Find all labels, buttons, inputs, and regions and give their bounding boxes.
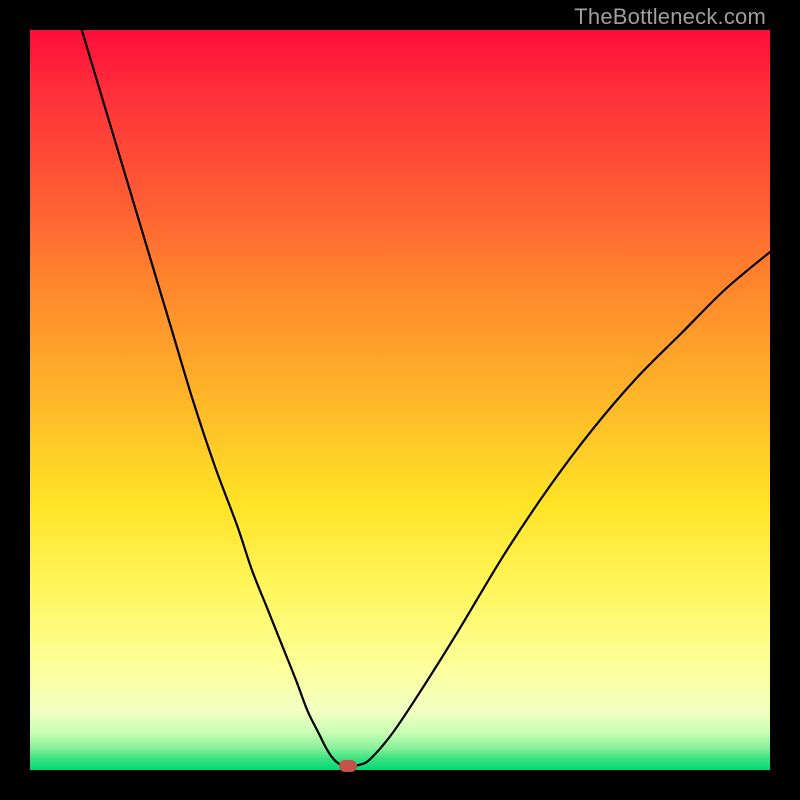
bottleneck-curve: [82, 30, 770, 766]
balance-marker: [339, 760, 357, 772]
chart-frame: TheBottleneck.com: [0, 0, 800, 800]
watermark-text: TheBottleneck.com: [574, 4, 766, 30]
curve-layer: [30, 30, 770, 770]
